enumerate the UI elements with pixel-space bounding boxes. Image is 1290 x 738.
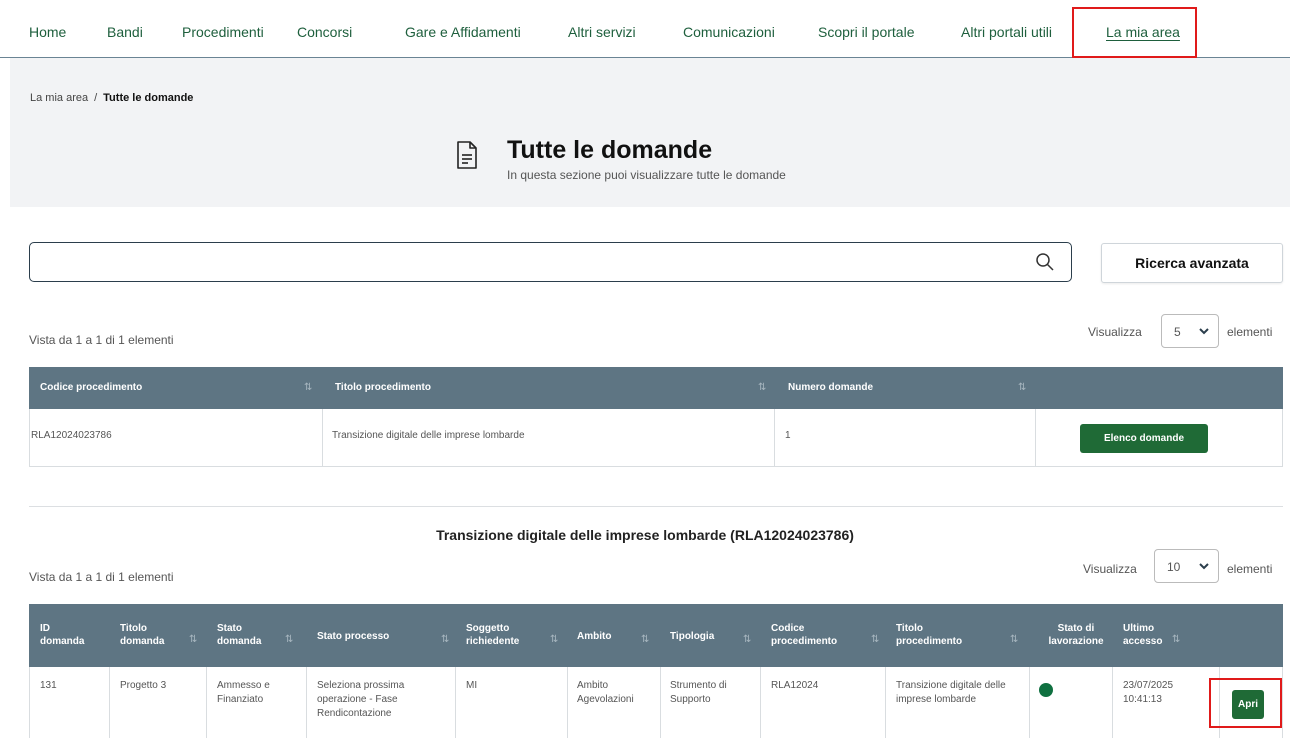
sort-icon[interactable]: ⇅ bbox=[641, 634, 649, 645]
status-dot bbox=[1039, 683, 1053, 697]
sort-icon[interactable]: ⇅ bbox=[189, 634, 197, 645]
cell-codice: RLA12024023786 bbox=[31, 430, 112, 441]
th-soggetto-richiedente[interactable]: Soggetto richiedente bbox=[466, 622, 519, 648]
page-header-panel bbox=[10, 58, 1290, 207]
table1-show-label: Visualizza bbox=[1088, 325, 1142, 339]
sort-icon[interactable]: ⇅ bbox=[304, 382, 312, 393]
table1-show-suffix: elementi bbox=[1227, 325, 1273, 339]
th-stato-lavorazione[interactable]: Stato di lavorazione bbox=[1040, 622, 1112, 648]
sort-icon[interactable]: ⇅ bbox=[1172, 634, 1180, 645]
cell-codice-procedimento: RLA12024 bbox=[771, 680, 819, 691]
table2-show-label: Visualizza bbox=[1083, 562, 1137, 576]
sort-icon[interactable]: ⇅ bbox=[743, 634, 751, 645]
page-title: Tutte le domande bbox=[507, 136, 713, 164]
cell-numero: 1 bbox=[785, 430, 791, 441]
table2-header: ID domanda Titolo domanda ⇅ Stato domanda ⇅… bbox=[29, 604, 1283, 667]
breadcrumb-parent[interactable]: La mia area bbox=[30, 92, 88, 104]
cell-titolo-procedimento: Transizione digitale delle imprese lombar… bbox=[896, 680, 1006, 705]
nav-procedimenti[interactable]: Procedimenti bbox=[182, 24, 264, 40]
highlight-box-apri bbox=[1209, 678, 1282, 728]
table-row: RLA12024023786 Transizione digitale dell… bbox=[29, 409, 1283, 467]
breadcrumb-separator: / bbox=[94, 92, 98, 104]
highlight-box-nav bbox=[1072, 7, 1197, 58]
sort-icon[interactable]: ⇅ bbox=[871, 634, 879, 645]
sort-icon[interactable]: ⇅ bbox=[1010, 634, 1018, 645]
document-icon bbox=[457, 141, 477, 169]
table2-show-suffix: elementi bbox=[1227, 562, 1273, 576]
sort-icon[interactable]: ⇅ bbox=[758, 382, 766, 393]
nav-comunicazioni[interactable]: Comunicazioni bbox=[683, 24, 775, 40]
th-ultimo-accesso[interactable]: Ultimo accesso bbox=[1123, 622, 1162, 648]
nav-scopri-portale[interactable]: Scopri il portale bbox=[818, 24, 915, 40]
table-row: 131 Progetto 3 Ammesso e Finanziato Selez… bbox=[29, 667, 1283, 738]
cell-stato-processo: Seleziona prossima operazione - Fase Rendi… bbox=[317, 680, 405, 719]
search-input[interactable] bbox=[40, 251, 1020, 273]
breadcrumb-current: Tutte le domande bbox=[103, 92, 194, 104]
cell-ambito: Ambito Agevolazioni bbox=[577, 680, 634, 705]
table1-header: Codice procedimento ⇅ Titolo procediment… bbox=[29, 367, 1283, 409]
search-icon[interactable] bbox=[1035, 252, 1055, 272]
nav-concorsi[interactable]: Concorsi bbox=[297, 24, 352, 40]
th-titolo-domanda[interactable]: Titolo domanda bbox=[120, 622, 164, 648]
section-title: Transizione digitale delle imprese lomba… bbox=[436, 527, 854, 543]
cell-soggetto: MI bbox=[466, 680, 478, 691]
th-codice-procedimento[interactable]: Codice procedimento bbox=[771, 622, 837, 648]
elenco-domande-button[interactable]: Elenco domande bbox=[1080, 424, 1208, 453]
sort-icon[interactable]: ⇅ bbox=[1018, 382, 1026, 393]
nav-altri-portali[interactable]: Altri portali utili bbox=[961, 24, 1052, 40]
th-ambito[interactable]: Ambito bbox=[577, 630, 611, 643]
section-divider bbox=[29, 506, 1283, 507]
cell-titolo-domanda: Progetto 3 bbox=[120, 680, 167, 691]
th-stato-domanda[interactable]: Stato domanda bbox=[217, 622, 261, 648]
th-titolo-procedimento[interactable]: Titolo procedimento bbox=[896, 622, 962, 648]
cell-tipologia: Strumento di Supporto bbox=[670, 680, 727, 705]
search-box bbox=[29, 242, 1072, 282]
sort-icon[interactable]: ⇅ bbox=[550, 634, 558, 645]
breadcrumb: La mia area / Tutte le domande bbox=[30, 92, 193, 104]
nav-home[interactable]: Home bbox=[29, 24, 66, 40]
cell-stato-domanda: Ammesso e Finanziato bbox=[217, 680, 270, 705]
table2-info: Vista da 1 a 1 di 1 elementi bbox=[29, 570, 174, 584]
chevron-down-icon bbox=[1199, 328, 1209, 335]
chevron-down-icon bbox=[1199, 563, 1209, 570]
nav-altri-servizi[interactable]: Altri servizi bbox=[568, 24, 636, 40]
nav-bandi[interactable]: Bandi bbox=[107, 24, 143, 40]
th-titolo-procedimento[interactable]: Titolo procedimento bbox=[335, 381, 431, 394]
sort-icon[interactable]: ⇅ bbox=[441, 634, 449, 645]
th-numero-domande[interactable]: Numero domande bbox=[788, 381, 873, 394]
sort-icon[interactable]: ⇅ bbox=[285, 634, 293, 645]
advanced-search-button[interactable]: Ricerca avanzata bbox=[1101, 243, 1283, 283]
table1-page-size-value: 5 bbox=[1174, 325, 1181, 339]
th-id-domanda[interactable]: ID domanda bbox=[40, 622, 84, 648]
table1-info: Vista da 1 a 1 di 1 elementi bbox=[29, 333, 174, 347]
th-codice-procedimento[interactable]: Codice procedimento bbox=[40, 381, 142, 394]
th-stato-processo[interactable]: Stato processo bbox=[317, 630, 389, 643]
nav-gare-affidamenti[interactable]: Gare e Affidamenti bbox=[405, 24, 521, 40]
cell-ultimo-accesso: 23/07/2025 10:41:13 bbox=[1123, 680, 1174, 705]
table2-page-size-select[interactable]: 10 bbox=[1154, 549, 1219, 583]
th-tipologia[interactable]: Tipologia bbox=[670, 630, 714, 643]
table1-page-size-select[interactable]: 5 bbox=[1161, 314, 1219, 348]
table2-page-size-value: 10 bbox=[1167, 560, 1181, 574]
cell-titolo: Transizione digitale delle imprese lomba… bbox=[332, 430, 525, 441]
page-subtitle: In questa sezione puoi visualizzare tutt… bbox=[507, 168, 786, 182]
cell-id: 131 bbox=[40, 680, 57, 691]
